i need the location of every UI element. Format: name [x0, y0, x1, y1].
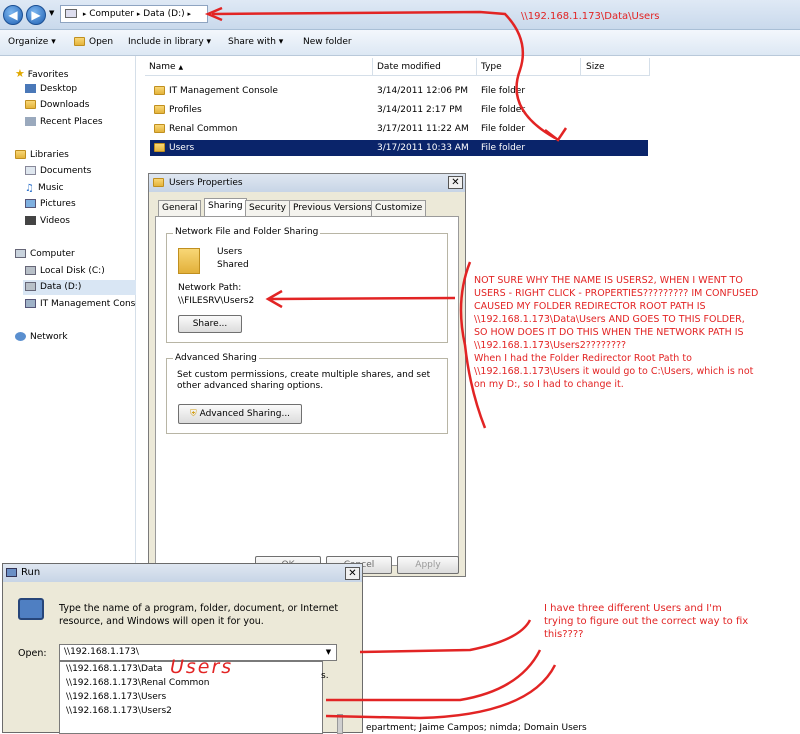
- arrowhead-down: [544, 127, 568, 142]
- arrow-to-users2-suggestion: [325, 664, 557, 720]
- annotation-main-note-part2: When I had the Folder Redirector Root Pa…: [474, 353, 754, 390]
- arrow-to-users-suggestion: [326, 649, 542, 702]
- arrow-path-to-users: [211, 10, 556, 140]
- arrow-to-network-path: [269, 296, 456, 301]
- annotation-users-scribble: Users: [170, 656, 234, 678]
- arrow-to-run-input: [359, 619, 532, 654]
- annotation-main-note: NOT SURE WHY THE NAME IS USERS2, WHEN I …: [474, 274, 760, 391]
- annotation-bottom-note: I have three different Users and I'm try…: [544, 603, 749, 640]
- annotation-path-note: \\192.168.1.173\Data\Users: [521, 11, 660, 22]
- annotation-main-note-part1: NOT SURE WHY THE NAME IS USERS2, WHEN I …: [474, 275, 759, 351]
